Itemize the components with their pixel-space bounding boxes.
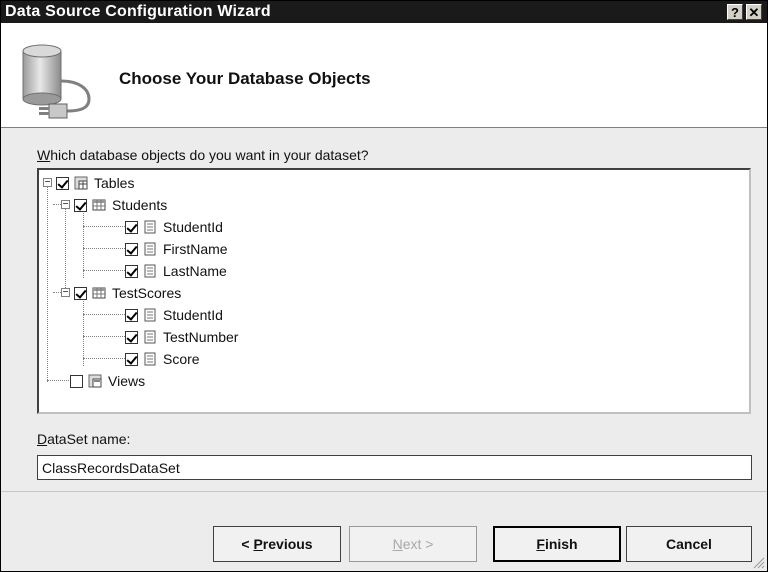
database-objects-tree[interactable]: − − − Tables Students StudentId FirstNam… xyxy=(37,168,751,414)
tree-node-column[interactable]: LastName xyxy=(125,261,227,281)
cancel-button[interactable]: Cancel xyxy=(626,526,752,562)
previous-button[interactable]: < Previous xyxy=(213,526,341,562)
column-icon xyxy=(144,330,156,344)
students-label: Students xyxy=(112,197,168,213)
students-collapse-toggle[interactable]: − xyxy=(61,200,70,210)
column-icon xyxy=(144,220,156,234)
window-title: Data Source Configuration Wizard xyxy=(5,3,271,20)
footer-divider xyxy=(1,491,767,492)
column-checkbox[interactable] xyxy=(125,220,138,234)
testscores-collapse-toggle[interactable]: − xyxy=(61,288,70,298)
column-checkbox[interactable] xyxy=(125,264,138,278)
column-label: TestNumber xyxy=(163,329,239,345)
column-label: StudentId xyxy=(163,307,223,323)
tree-node-column[interactable]: TestNumber xyxy=(125,327,238,347)
column-checkbox[interactable] xyxy=(125,242,138,256)
tables-collapse-toggle[interactable]: − xyxy=(43,178,52,188)
tree-node-column[interactable]: StudentId xyxy=(125,305,223,325)
column-checkbox[interactable] xyxy=(125,352,138,366)
students-checkbox[interactable] xyxy=(74,198,87,212)
dataset-name-label: DataSet name: xyxy=(37,431,131,447)
tables-folder-icon xyxy=(74,176,88,190)
views-checkbox[interactable] xyxy=(70,374,83,388)
tree-node-column[interactable]: FirstName xyxy=(125,239,228,259)
testscores-label: TestScores xyxy=(112,285,182,301)
column-icon xyxy=(144,264,156,278)
next-button[interactable]: Next > xyxy=(349,526,477,562)
help-button[interactable]: ? xyxy=(727,4,743,20)
tables-checkbox[interactable] xyxy=(56,176,69,190)
database-plug-icon xyxy=(22,44,91,119)
title-bar[interactable]: Data Source Configuration Wizard ? ✕ xyxy=(1,1,767,23)
column-label: LastName xyxy=(163,263,227,279)
resize-grip-icon[interactable] xyxy=(751,555,765,569)
column-icon xyxy=(144,308,156,322)
column-label: FirstName xyxy=(163,241,228,257)
tree-node-column[interactable]: Score xyxy=(125,349,200,369)
testscores-checkbox[interactable] xyxy=(74,286,87,300)
views-folder-icon xyxy=(88,374,102,388)
column-checkbox[interactable] xyxy=(125,330,138,344)
views-label: Views xyxy=(108,373,146,389)
tree-node-column[interactable]: StudentId xyxy=(125,217,223,237)
column-icon xyxy=(144,242,156,256)
close-button[interactable]: ✕ xyxy=(746,4,762,20)
wizard-dialog: Data Source Configuration Wizard ? ✕ Cho… xyxy=(0,0,768,572)
column-icon xyxy=(144,352,156,366)
page-title: Choose Your Database Objects xyxy=(119,69,371,88)
column-checkbox[interactable] xyxy=(125,308,138,322)
column-label: Score xyxy=(163,351,200,367)
wizard-header: Choose Your Database Objects xyxy=(1,23,767,128)
tree-node-testscores[interactable]: TestScores xyxy=(74,283,181,303)
tree-node-views[interactable]: Views xyxy=(70,371,145,391)
objects-prompt: Which database objects do you want in yo… xyxy=(37,147,369,163)
tables-label: Tables xyxy=(94,175,135,191)
column-label: StudentId xyxy=(163,219,223,235)
finish-button[interactable]: Finish xyxy=(493,526,621,562)
table-icon xyxy=(92,287,106,299)
tree-node-tables[interactable]: Tables xyxy=(56,173,134,193)
tree-node-students[interactable]: Students xyxy=(74,195,167,215)
dataset-name-input[interactable] xyxy=(37,455,752,480)
table-icon xyxy=(92,199,106,211)
